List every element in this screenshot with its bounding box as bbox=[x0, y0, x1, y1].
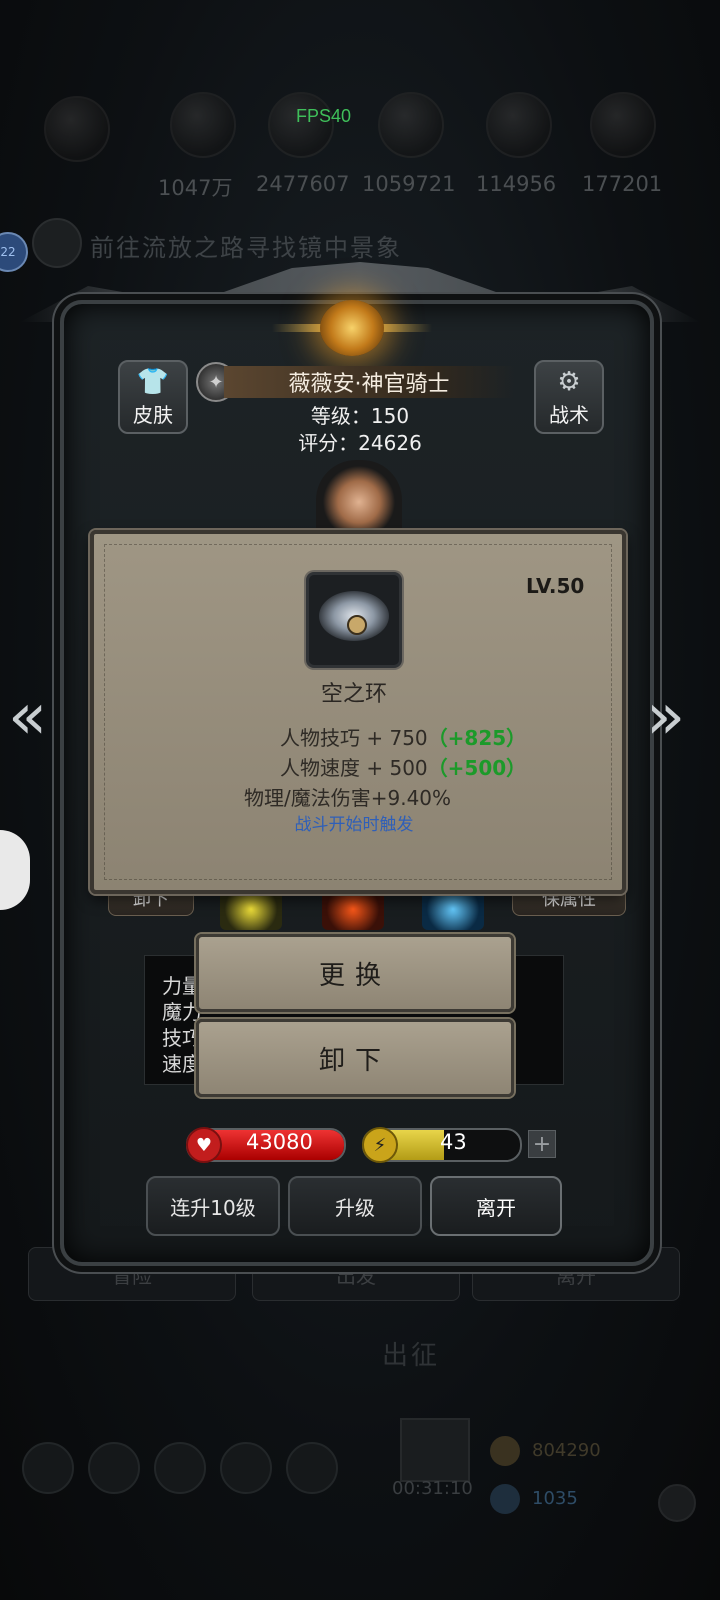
gear-icon: ⚙ bbox=[557, 367, 581, 397]
add-energy-button[interactable]: + bbox=[528, 1130, 556, 1158]
quest-icon bbox=[32, 218, 82, 268]
character-portrait bbox=[316, 460, 402, 530]
gold-value: 804290 bbox=[532, 1440, 601, 1461]
item-attr-2: 人物速度 + 500（+500） bbox=[280, 752, 526, 781]
expedite-label: 出征 bbox=[382, 1341, 441, 1371]
item-trigger: 战斗开始时触发 bbox=[294, 815, 414, 835]
unequip-button[interactable]: 卸下 bbox=[196, 1019, 514, 1097]
heart-icon: ♥ bbox=[186, 1127, 222, 1163]
item-level: LV.50 bbox=[526, 574, 585, 598]
item-icon-frame bbox=[306, 572, 402, 668]
resource-icon-1 bbox=[170, 92, 236, 158]
level-up-button[interactable]: 升级 bbox=[288, 1176, 422, 1236]
hp-value: 43080 bbox=[246, 1130, 313, 1154]
energy-value: 43 bbox=[440, 1130, 467, 1154]
quest-text: 前往流放之路寻找镜中景象 bbox=[90, 234, 402, 262]
gold-icon bbox=[490, 1436, 520, 1466]
dock-icon-1[interactable] bbox=[22, 1442, 74, 1494]
character-level: 等级：150 bbox=[310, 404, 410, 428]
lightning-icon: ⚡ bbox=[362, 1127, 398, 1163]
shirt-icon: 👕 bbox=[136, 367, 170, 397]
resource-icon-3 bbox=[378, 92, 444, 158]
resource-value-1: 1047万 bbox=[158, 176, 233, 200]
dock-icon-4[interactable] bbox=[220, 1442, 272, 1494]
dock-icon-3[interactable] bbox=[154, 1442, 206, 1494]
resource-icon-4 bbox=[486, 92, 552, 158]
add-icon[interactable] bbox=[658, 1484, 696, 1522]
heal-skill-icon[interactable] bbox=[322, 888, 384, 930]
level-up-10-button[interactable]: 连升10级 bbox=[146, 1176, 280, 1236]
item-attr-1-text: 人物技巧 + 750 bbox=[280, 726, 428, 750]
resource-value-3: 1059721 bbox=[362, 172, 456, 196]
item-attr-2-bonus: （+500） bbox=[427, 756, 527, 780]
ring-gem bbox=[347, 615, 367, 635]
resource-value-2: 2477607 bbox=[256, 172, 350, 196]
gem-icon bbox=[490, 1484, 520, 1514]
leave-button[interactable]: 离开 bbox=[430, 1176, 562, 1236]
chest-timer: 00:31:10 bbox=[392, 1478, 473, 1499]
character-score: 评分：24626 bbox=[298, 431, 422, 455]
item-attr-1: 人物技巧 + 750（+825） bbox=[280, 722, 526, 751]
item-name: 空之环 bbox=[320, 682, 387, 707]
resource-value-4: 114956 bbox=[476, 172, 557, 196]
dock-icon-2[interactable] bbox=[88, 1442, 140, 1494]
emblem-icon bbox=[320, 300, 384, 356]
item-attr-1-bonus: （+825） bbox=[427, 726, 527, 750]
player-avatar bbox=[44, 96, 110, 162]
eye-skill-icon[interactable] bbox=[422, 888, 484, 930]
gem-value: 1035 bbox=[532, 1488, 578, 1509]
item-attr-2-text: 人物速度 + 500 bbox=[280, 756, 428, 780]
item-attr-3: 物理/魔法伤害+9.40% bbox=[244, 786, 452, 810]
fps-counter: FPS40 bbox=[296, 106, 352, 126]
replace-button[interactable]: 更换 bbox=[196, 934, 514, 1012]
fist-skill-icon[interactable] bbox=[220, 888, 282, 930]
dock-icon-5[interactable] bbox=[286, 1442, 338, 1494]
resource-icon-5 bbox=[590, 92, 656, 158]
resource-value-5: 177201 bbox=[582, 172, 663, 196]
character-name: 薇薇安·神官骑士 bbox=[224, 366, 514, 398]
chest-icon[interactable] bbox=[400, 1418, 470, 1482]
